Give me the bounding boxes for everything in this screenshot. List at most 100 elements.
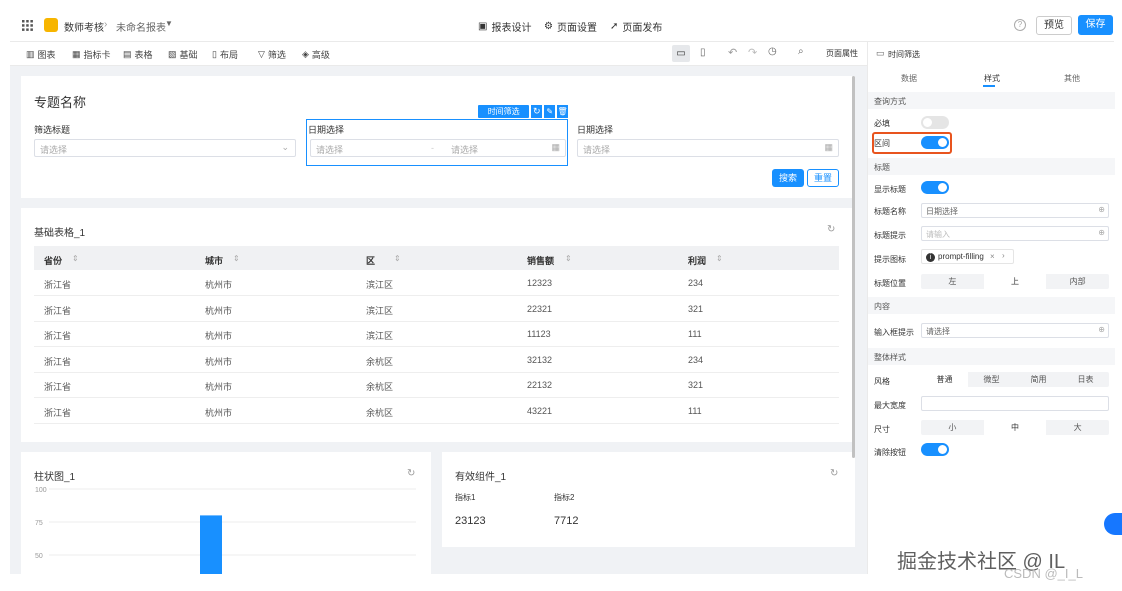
style-option-daily[interactable]: 日表 <box>1062 372 1109 387</box>
toolbar-table[interactable]: ▤ 表格 <box>123 48 153 61</box>
kpi-card[interactable]: 有效组件_1 ↻ 指标1 23123 指标2 7712 <box>442 452 855 547</box>
show-title-toggle[interactable] <box>921 181 949 194</box>
table-cell: 滨江区 <box>366 305 394 316</box>
search-button[interactable]: 搜索 <box>772 169 804 187</box>
size-option-medium[interactable]: 中 <box>983 420 1047 435</box>
chart-bar[interactable] <box>200 515 222 574</box>
toolbar-advanced[interactable]: ◈ 高级 <box>302 48 330 61</box>
tab-report-design[interactable]: ▣ 报表设计 <box>478 19 531 34</box>
bar-chart-card[interactable]: 柱状图_1 ↻ 100 75 50 <box>21 452 431 574</box>
date-end-placeholder: 请选择 <box>451 145 479 155</box>
table-card[interactable]: 基础表格_1 ↻ 省份 ⇕ 城市 ⇕ 区 ⇕ 销售额 ⇕ 利润 ⇕ 浙江省 杭州市 滨江区 12323 23… <box>21 208 855 442</box>
toolbar-layout[interactable]: ▯ 布局 <box>212 48 238 61</box>
canvas-scrollbar[interactable] <box>852 76 855 458</box>
reset-button[interactable]: 重置 <box>807 169 839 187</box>
delete-icon[interactable]: 🗑 <box>557 105 569 118</box>
required-toggle[interactable] <box>921 116 949 129</box>
table-cell: 111 <box>688 405 702 416</box>
refresh-icon[interactable]: ↻ <box>827 224 835 235</box>
apps-grid-icon[interactable] <box>22 20 33 31</box>
table-header-cell[interactable]: 区 <box>366 254 375 267</box>
table-header-cell[interactable]: 利润 <box>688 254 706 267</box>
table-cell: 余杭区 <box>366 356 394 367</box>
panel-tab-style[interactable]: 样式 <box>984 73 1000 84</box>
filter-field2-daterange[interactable]: 请选择 - 请选择 ▦ <box>310 139 566 157</box>
toolbar-chart[interactable]: ▥ 图表 <box>26 48 56 61</box>
panel-tab-data[interactable]: 数据 <box>901 73 917 84</box>
title-hint-input[interactable]: 请输入 ⊕ <box>921 226 1109 241</box>
title-name-label: 标题名称 <box>874 207 906 216</box>
input-hint-input[interactable]: 请选择 ⊕ <box>921 323 1109 338</box>
clear-icon[interactable]: × <box>990 252 995 261</box>
sort-icon[interactable]: ⇕ <box>565 254 572 263</box>
chevron-right-icon[interactable]: › <box>1002 251 1005 260</box>
toolbar-label: 筛选 <box>267 50 286 60</box>
redo-icon[interactable]: ↷ <box>748 46 757 59</box>
tab-page-settings[interactable]: ⚙ 页面设置 <box>544 19 597 34</box>
filter-field1-placeholder: 请选择 <box>40 145 68 155</box>
sort-icon[interactable]: ⇕ <box>72 254 79 263</box>
bar-chart-svg: 100 75 50 <box>35 487 416 574</box>
title-pos-inner[interactable]: 内部 <box>1046 274 1109 289</box>
hint-icon-selector[interactable]: i prompt-filling × › <box>921 249 1014 264</box>
help-icon[interactable]: ? <box>1014 19 1026 31</box>
sort-icon[interactable]: ⇕ <box>233 254 240 263</box>
size-option-small[interactable]: 小 <box>921 420 984 435</box>
refresh-icon[interactable]: ↻ <box>830 468 838 479</box>
style-option-mini[interactable]: 微型 <box>968 372 1015 387</box>
grid-icon: ▧ <box>168 49 177 59</box>
variable-icon[interactable]: ⊕ <box>1098 205 1105 214</box>
filter-card[interactable]: 专题名称 筛选标题 请选择 ⌄ 时间筛选 ↻ ✎ 🗑 日期选择 请选择 - 请选… <box>21 76 855 198</box>
size-segmented[interactable]: 小 中 大 <box>921 420 1109 435</box>
preview-button[interactable]: 预览 <box>1036 16 1072 35</box>
filter-field1-select[interactable]: 请选择 ⌄ <box>34 139 296 157</box>
kpi-card-title: 有效组件_1 <box>455 472 507 483</box>
table-header-cell[interactable]: 销售额 <box>527 254 554 267</box>
clear-button-toggle[interactable] <box>921 443 949 456</box>
refresh-icon[interactable]: ↻ <box>407 468 415 479</box>
title-pos-top[interactable]: 上 <box>983 274 1047 289</box>
refresh-icon[interactable]: ↻ <box>531 105 543 118</box>
table-cell: 12323 <box>527 278 553 288</box>
selected-tag-label: 时间筛选 <box>478 105 530 118</box>
search-icon[interactable]: ⌕ <box>798 46 804 57</box>
save-button[interactable]: 保存 <box>1078 15 1113 35</box>
style-option-normal[interactable]: 普通 <box>921 372 968 387</box>
breadcrumb-current[interactable]: 未命名报表 <box>116 19 166 34</box>
title-hint-label: 标题提示 <box>874 231 906 240</box>
title-name-input[interactable]: 日期选择 ⊕ <box>921 203 1109 218</box>
variable-icon[interactable]: ⊕ <box>1098 228 1105 237</box>
sort-icon[interactable]: ⇕ <box>716 254 723 263</box>
panel-tab-other[interactable]: 其他 <box>1064 73 1080 84</box>
variable-icon[interactable]: ⊕ <box>1098 325 1105 334</box>
page-properties-button[interactable]: 页面属性 <box>826 48 858 59</box>
section-content: 内容 <box>868 297 1115 314</box>
style-segmented[interactable]: 普通 微型 简用 日表 <box>921 372 1109 387</box>
mobile-view-icon[interactable]: ▯ <box>700 47 706 58</box>
desktop-view-icon[interactable]: ▭ <box>672 45 690 62</box>
size-option-large[interactable]: 大 <box>1046 420 1109 435</box>
toolbar-label: 图表 <box>37 50 56 60</box>
style-option-simple[interactable]: 简用 <box>1015 372 1062 387</box>
selected-component-tag[interactable]: 时间筛选 ↻ ✎ 🗑 <box>478 105 569 118</box>
undo-icon[interactable]: ↶ <box>728 46 737 59</box>
toolbar-kpi[interactable]: ▦ 指标卡 <box>72 48 111 61</box>
title-pos-left[interactable]: 左 <box>921 274 984 289</box>
filter-field3-placeholder: 请选择 <box>583 145 611 155</box>
chevron-down-icon[interactable]: ▼ <box>165 19 173 28</box>
sort-icon[interactable]: ⇕ <box>394 254 401 263</box>
tab-label: 页面发布 <box>622 23 663 34</box>
filter-field3-date[interactable]: 请选择 ▦ <box>577 139 839 157</box>
toolbar-basic[interactable]: ▧ 基础 <box>168 48 198 61</box>
table-header-cell[interactable]: 城市 <box>205 254 223 267</box>
edit-icon[interactable]: ✎ <box>544 105 556 118</box>
history-icon[interactable]: ◷ <box>768 46 777 57</box>
max-width-input[interactable] <box>921 396 1109 411</box>
title-position-segmented[interactable]: 左 上 内部 <box>921 274 1109 289</box>
send-icon: ➚ <box>610 21 619 32</box>
toolbar-filter[interactable]: ▽ 筛选 <box>258 48 286 61</box>
table-header-cell[interactable]: 省份 <box>44 254 62 267</box>
tab-page-publish[interactable]: ➚ 页面发布 <box>610 19 662 34</box>
floating-action-button[interactable] <box>1104 513 1122 535</box>
breadcrumb-root[interactable]: 数师考核 <box>64 19 104 34</box>
